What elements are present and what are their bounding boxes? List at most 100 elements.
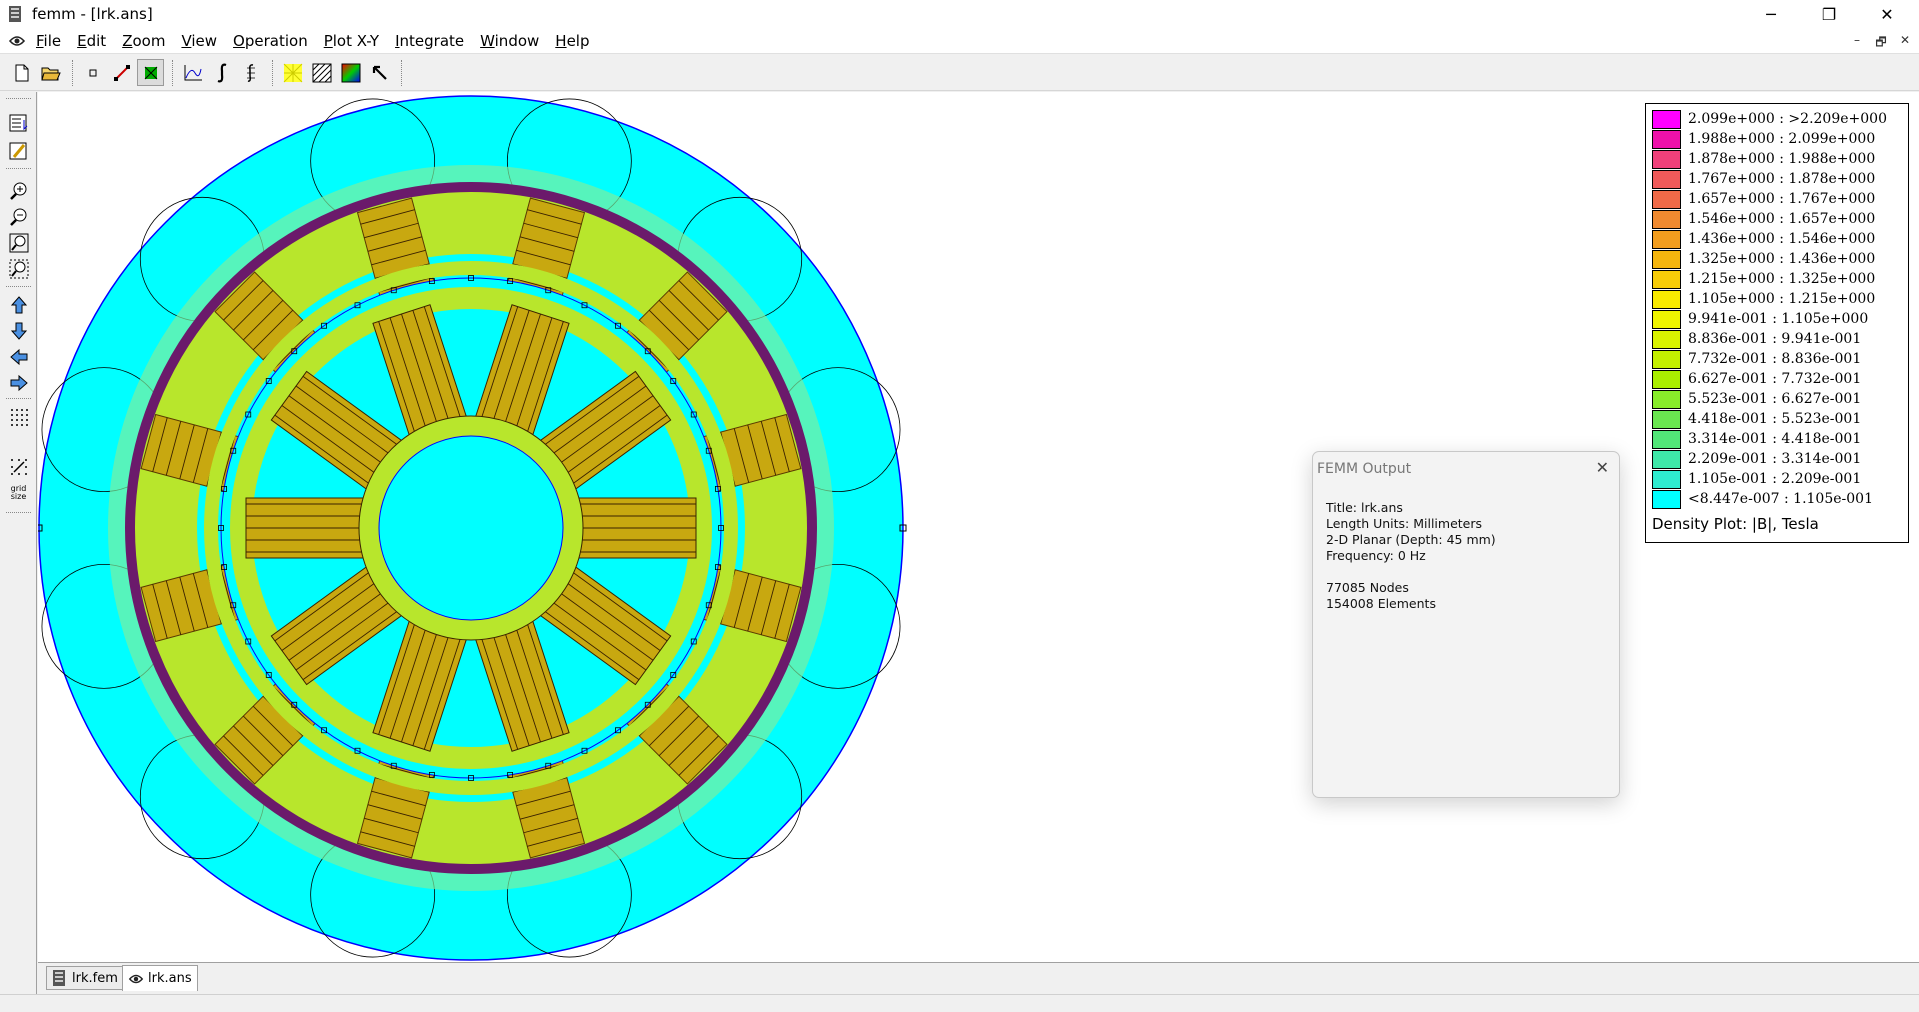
menu-zoom[interactable]: Zoom	[114, 32, 173, 50]
status-bar	[0, 994, 1919, 1012]
tab-label: lrk.fem	[72, 970, 118, 986]
legend-swatch	[1652, 109, 1681, 129]
zoom-in-icon[interactable]	[6, 178, 31, 203]
menu-operation[interactable]: Operation	[225, 32, 316, 50]
output-units-line: Length Units: Millimeters	[1326, 516, 1483, 531]
legend-range-label: 8.836e-001 : 9.941e-001	[1688, 331, 1862, 347]
legend-range-label: 5.523e-001 : 6.627e-001	[1688, 391, 1862, 407]
legend-swatch	[1652, 269, 1681, 289]
menu-edit[interactable]: Edit	[69, 32, 114, 50]
output-planar-line: 2-D Planar (Depth: 45 mm)	[1326, 532, 1496, 547]
zoom-window-icon[interactable]	[6, 256, 31, 281]
legend-title: Density Plot: |B|, Tesla	[1652, 515, 1819, 533]
snap-grid-icon[interactable]	[6, 454, 31, 479]
legend-swatch	[1652, 329, 1681, 349]
legend-swatch	[1652, 389, 1681, 409]
legend-row: 9.941e-001 : 1.105e+000	[1652, 309, 1868, 329]
grid-size-label: grid size	[10, 483, 27, 501]
output-nodes-line: 77085 Nodes	[1326, 580, 1409, 595]
legend-row: 1.105e+000 : 1.215e+000	[1652, 289, 1875, 309]
pan-left-icon[interactable]	[6, 344, 31, 369]
menu-file[interactable]: File	[28, 32, 69, 50]
contour-mode-icon[interactable]	[108, 59, 135, 86]
title-bar: femm - [lrk.ans] ─ ❐ ✕	[0, 0, 1919, 28]
legend-range-label: 1.325e+000 : 1.436e+000	[1688, 251, 1876, 267]
density-legend: 2.099e+000 : >2.209e+000 1.988e+000 : 2.0…	[1645, 103, 1909, 543]
femm-app-icon	[8, 5, 24, 23]
menu-plot-xy[interactable]: Plot X-Y	[316, 32, 387, 50]
legend-row: 6.627e-001 : 7.732e-001	[1652, 369, 1861, 389]
plot-canvas[interactable]	[35, 92, 1919, 962]
tab-lrk-fem[interactable]: lrk.fem	[46, 966, 124, 990]
pan-down-icon[interactable]	[6, 318, 31, 343]
pan-right-icon[interactable]	[6, 370, 31, 395]
shaft	[378, 435, 564, 621]
output-window-title: FEMM Output	[1317, 461, 1412, 477]
legend-swatch	[1652, 169, 1681, 189]
plot-xy-icon[interactable]	[179, 59, 206, 86]
open-folder-icon[interactable]	[37, 59, 64, 86]
legend-row: 1.767e+000 : 1.878e+000	[1652, 169, 1875, 189]
density-plot-icon[interactable]	[337, 59, 364, 86]
legend-range-label: 1.988e+000 : 2.099e+000	[1688, 131, 1876, 147]
mdi-close-button[interactable]: ✕	[1896, 33, 1914, 47]
point-mode-icon[interactable]	[79, 59, 106, 86]
output-elements-line: 154008 Elements	[1326, 596, 1436, 611]
new-file-icon[interactable]	[8, 59, 35, 86]
mdi-restore-button[interactable]: 🗗	[1872, 33, 1890, 54]
line-integral-icon[interactable]	[208, 59, 235, 86]
legend-row: 1.105e-001 : 2.209e-001	[1652, 469, 1861, 489]
edit-results-icon[interactable]	[6, 138, 31, 163]
menu-view[interactable]: View	[173, 32, 225, 50]
legend-swatch	[1652, 249, 1681, 269]
select-arrow-icon[interactable]	[366, 59, 393, 86]
fem-doc-icon	[52, 970, 68, 986]
legend-range-label: 2.099e+000 : >2.209e+000	[1688, 111, 1887, 127]
menu-help[interactable]: Help	[547, 32, 597, 50]
legend-row: <8.447e-007 : 1.105e-001	[1652, 489, 1873, 509]
legend-range-label: 1.436e+000 : 1.546e+000	[1688, 231, 1876, 247]
show-results-icon[interactable]	[6, 110, 31, 135]
legend-range-label: 6.627e-001 : 7.732e-001	[1688, 371, 1862, 387]
hatch-icon[interactable]	[308, 59, 335, 86]
legend-range-label: 4.418e-001 : 5.523e-001	[1688, 411, 1862, 427]
output-close-button[interactable]: ✕	[1596, 458, 1609, 477]
legend-row: 3.314e-001 : 4.418e-001	[1652, 429, 1861, 449]
legend-range-label: 1.105e-001 : 2.209e-001	[1688, 471, 1862, 487]
close-button[interactable]: ✕	[1864, 0, 1910, 28]
legend-row: 1.436e+000 : 1.546e+000	[1652, 229, 1875, 249]
block-integral-icon[interactable]	[237, 59, 264, 86]
show-grid-icon[interactable]	[6, 404, 31, 429]
legend-swatch	[1652, 149, 1681, 169]
pan-up-icon[interactable]	[6, 292, 31, 317]
legend-swatch	[1652, 409, 1681, 429]
legend-range-label: 7.732e-001 : 8.836e-001	[1688, 351, 1862, 367]
legend-swatch	[1652, 189, 1681, 209]
legend-swatch	[1652, 289, 1681, 309]
area-mode-icon[interactable]	[137, 59, 164, 86]
menu-bar: File Edit Zoom View Operation Plot X-Y I…	[0, 28, 1919, 54]
legend-range-label: 1.767e+000 : 1.878e+000	[1688, 171, 1876, 187]
minimize-button[interactable]: ─	[1748, 0, 1794, 28]
legend-range-label: 1.657e+000 : 1.767e+000	[1688, 191, 1876, 207]
window-title: femm - [lrk.ans]	[32, 5, 153, 23]
zoom-out-icon[interactable]	[6, 204, 31, 229]
tab-label: lrk.ans	[148, 971, 192, 986]
menu-window[interactable]: Window	[472, 32, 547, 50]
legend-range-label: 3.314e-001 : 4.418e-001	[1688, 431, 1862, 447]
flux-density-plot[interactable]	[35, 92, 1919, 962]
legend-range-label: <8.447e-007 : 1.105e-001	[1688, 491, 1873, 507]
femm-output-window[interactable]: FEMM Output ✕ Title: lrk.ans Length Unit…	[1312, 451, 1620, 798]
mdi-minimize-button[interactable]: –	[1848, 33, 1866, 47]
legend-row: 7.732e-001 : 8.836e-001	[1652, 349, 1861, 369]
legend-row: 8.836e-001 : 9.941e-001	[1652, 329, 1861, 349]
document-icon[interactable]	[8, 33, 28, 49]
grid-size-icon[interactable]: grid size	[6, 480, 31, 505]
tab-lrk-ans[interactable]: lrk.ans	[122, 965, 198, 991]
zoom-fit-icon[interactable]	[6, 230, 31, 255]
document-tabs: lrk.fem lrk.ans	[38, 962, 1919, 992]
maximize-button[interactable]: ❐	[1806, 0, 1852, 28]
menu-integrate[interactable]: Integrate	[387, 32, 472, 50]
mesh-icon[interactable]	[279, 59, 306, 86]
main-toolbar	[0, 55, 1919, 91]
